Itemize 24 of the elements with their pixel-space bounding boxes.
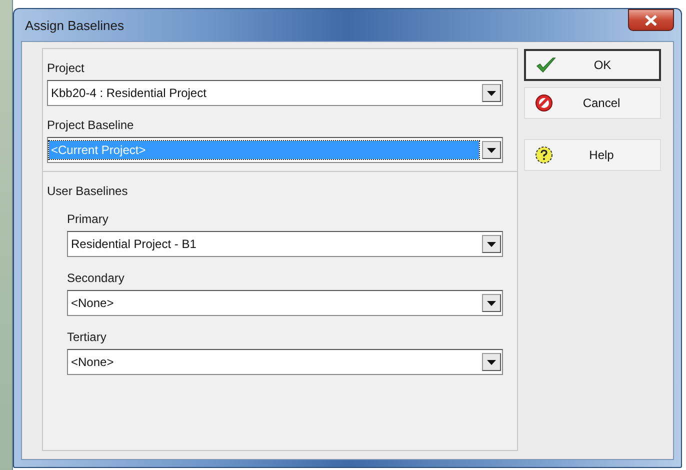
dropdown-value: <None> — [70, 354, 115, 371]
field-label: Tertiary — [67, 330, 108, 344]
dropdown-value: <Current Project> — [49, 141, 479, 159]
checkmark-icon — [536, 57, 556, 73]
dropdown-field[interactable]: Residential Project - B1 — [67, 231, 503, 257]
dropdown-field[interactable]: <None> — [67, 290, 503, 316]
close-icon — [645, 14, 657, 26]
dropdown-value: Kbb20-4 : Residential Project — [50, 85, 208, 102]
prohibited-icon — [535, 94, 553, 112]
dropdown-field[interactable]: Kbb20-4 : Residential Project — [47, 80, 503, 106]
dialog-button[interactable]: Cancel — [524, 87, 661, 119]
help-icon — [535, 146, 553, 164]
field-label: Project Baseline — [47, 118, 135, 132]
close-button[interactable] — [628, 9, 674, 31]
field-label: Secondary — [67, 271, 126, 285]
dropdown-value: <None> — [70, 295, 115, 312]
field-label: Project — [47, 61, 86, 75]
dropdown-field[interactable]: <None> — [67, 349, 503, 375]
dropdown-value: Residential Project - B1 — [70, 236, 198, 253]
window-title: Assign Baselines — [24, 18, 124, 32]
dialog-button[interactable]: OK — [524, 49, 661, 81]
section-title: User Baselines — [47, 184, 129, 198]
dialog-button[interactable]: Help — [524, 139, 661, 171]
field-label: Primary — [67, 212, 110, 226]
